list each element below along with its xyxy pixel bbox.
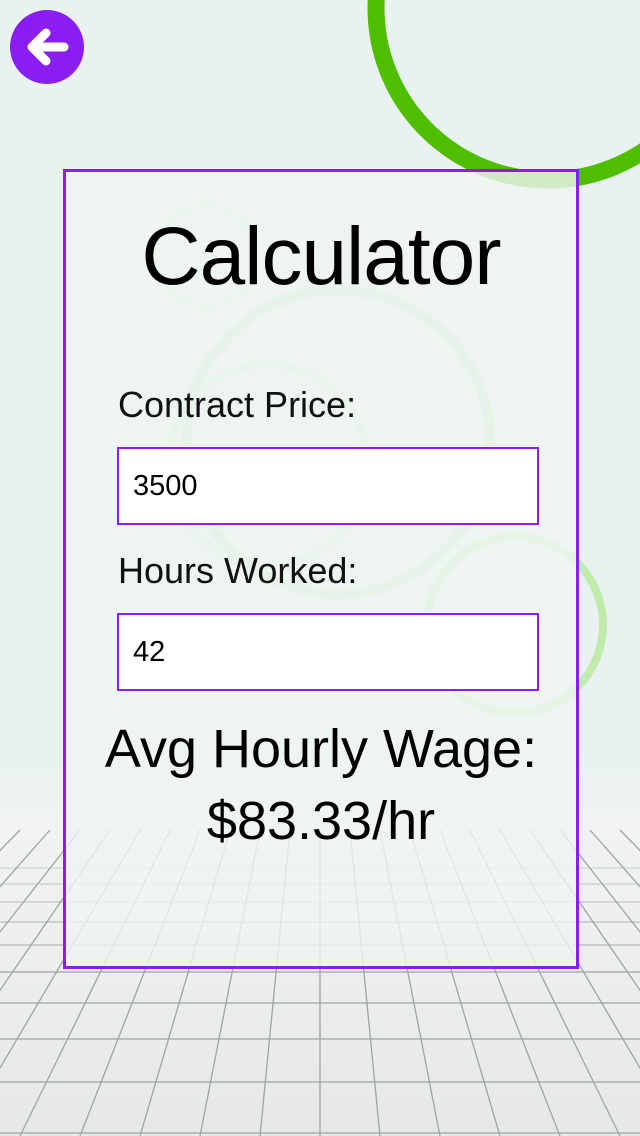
avg-hourly-wage-label: Avg Hourly Wage: (104, 719, 538, 779)
app-screen: Calculator Contract Price: Hours Worked:… (0, 0, 640, 1136)
calculator-panel: Calculator Contract Price: Hours Worked:… (63, 169, 579, 969)
arrow-left-icon (27, 28, 69, 66)
hours-worked-input[interactable] (117, 613, 539, 691)
ring-decoration-large (367, 0, 640, 189)
page-title: Calculator (141, 211, 501, 302)
contract-price-label: Contract Price: (118, 384, 357, 425)
avg-hourly-wage-value: $83.33/hr (206, 791, 436, 851)
contract-price-input[interactable] (117, 447, 539, 525)
back-button[interactable] (10, 10, 84, 84)
hours-worked-label: Hours Worked: (118, 550, 358, 591)
